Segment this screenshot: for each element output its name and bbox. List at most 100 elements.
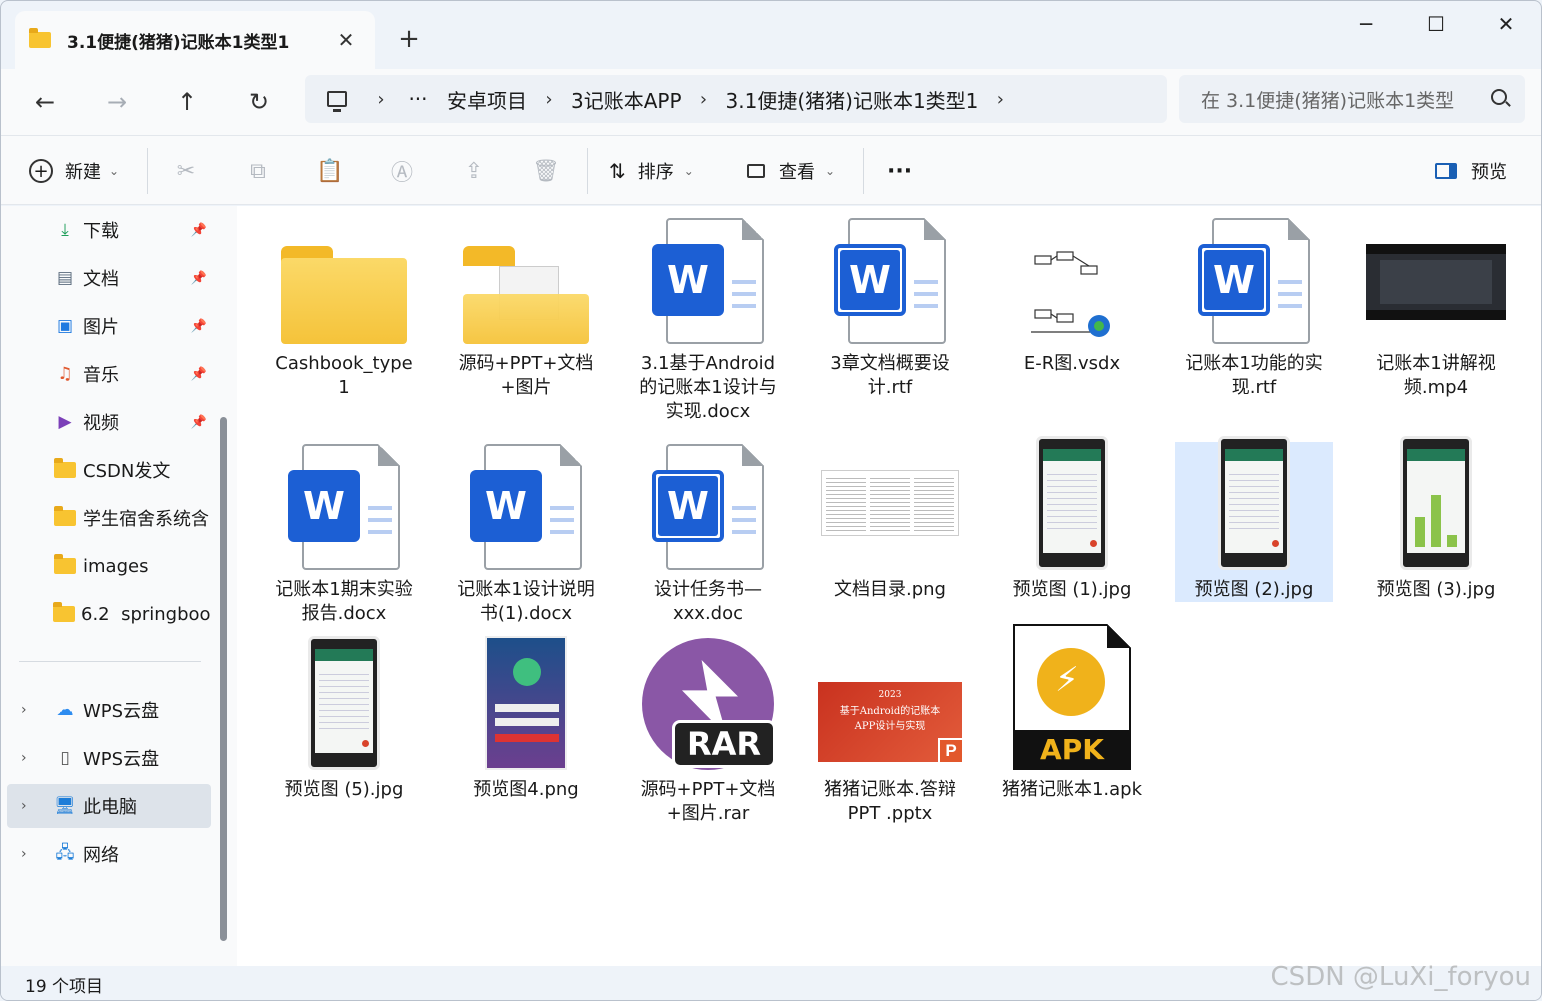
sidebar-item-label: CSDN发文 bbox=[83, 461, 171, 482]
view-button[interactable]: 查看 ⌄ bbox=[747, 150, 835, 192]
network-icon: 🖧 bbox=[55, 842, 75, 863]
file-item[interactable]: 2023 基于Android的记账本APP设计与实现 P 猪猪记账本.答辩 PPT .… bbox=[811, 642, 969, 826]
paste-icon[interactable]: 📋 bbox=[309, 150, 351, 192]
sidebar-item-csdn[interactable]: CSDN发文 bbox=[7, 448, 211, 492]
image-thumbnail bbox=[993, 436, 1151, 570]
up-button[interactable]: ↑ bbox=[165, 81, 209, 123]
file-item[interactable]: 预览图 (1).jpg bbox=[993, 436, 1151, 602]
sidebar-item-wps-cloud-2[interactable]: › ▯ WPS云盘 bbox=[7, 736, 211, 780]
chevron-right-icon[interactable]: › bbox=[21, 798, 27, 814]
sidebar-item-wps-cloud[interactable]: › ☁ WPS云盘 bbox=[7, 688, 211, 732]
file-explorer-window: 3.1便捷(猪猪)记账本1类型1 ✕ + ─ ☐ ✕ ← → ↑ ↻ › ···… bbox=[0, 0, 1542, 1001]
watermark: CSDN @LuXi_foryou bbox=[1270, 962, 1531, 992]
sidebar-item-pictures[interactable]: ▣ 图片 📌 bbox=[7, 304, 211, 348]
tab-close-button[interactable]: ✕ bbox=[331, 25, 361, 55]
plus-circle-icon: + bbox=[29, 159, 53, 183]
sidebar-scrollbar[interactable] bbox=[220, 417, 227, 941]
divider bbox=[147, 148, 148, 194]
search-input[interactable]: 在 3.1便捷(猪猪)记账本1类型 bbox=[1179, 75, 1525, 123]
breadcrumb-item[interactable]: 3.1便捷(猪猪)记账本1类型1 bbox=[726, 85, 979, 114]
sidebar-item-label: WPS云盘 bbox=[83, 749, 160, 770]
breadcrumb[interactable]: › ··· 安卓项目 › 3记账本APP › 3.1便捷(猪猪)记账本1类型1 … bbox=[305, 75, 1167, 123]
minimize-button[interactable]: ─ bbox=[1331, 7, 1401, 41]
refresh-button[interactable]: ↻ bbox=[237, 81, 281, 123]
breadcrumb-item[interactable]: 安卓项目 bbox=[447, 85, 527, 114]
file-item[interactable]: 记账本1讲解视 频.mp4 bbox=[1357, 216, 1515, 400]
file-item[interactable]: W 记账本1功能的实 现.rtf bbox=[1175, 216, 1333, 400]
sidebar-item-this-pc[interactable]: › 🖥 此电脑 bbox=[7, 784, 211, 828]
sidebar-item-music[interactable]: ♫ 音乐 📌 bbox=[7, 352, 211, 396]
file-item[interactable]: W 3章文档概要设 计.rtf bbox=[811, 216, 969, 400]
divider bbox=[19, 661, 201, 662]
view-icon bbox=[747, 164, 765, 178]
folder-icon bbox=[53, 554, 77, 577]
maximize-button[interactable]: ☐ bbox=[1401, 7, 1471, 41]
file-item[interactable]: 预览图 (5).jpg bbox=[265, 636, 423, 802]
tab-active[interactable]: 3.1便捷(猪猪)记账本1类型1 ✕ bbox=[15, 11, 375, 69]
file-icon: ▯ bbox=[60, 748, 70, 768]
sort-label: 排序 bbox=[637, 162, 674, 183]
sidebar-item-network[interactable]: › 🖧 网络 bbox=[7, 832, 211, 876]
breadcrumb-item[interactable]: 3记账本APP bbox=[571, 85, 682, 114]
chevron-right-icon[interactable]: › bbox=[359, 89, 403, 110]
sidebar-item-dorm[interactable]: 学生宿舍系统含 bbox=[7, 496, 211, 540]
sidebar-item-documents[interactable]: ▤ 文档 📌 bbox=[7, 256, 211, 300]
copy-icon[interactable]: ⧉ bbox=[237, 150, 279, 192]
view-label: 查看 bbox=[779, 162, 815, 183]
chevron-right-icon[interactable]: › bbox=[21, 702, 27, 718]
breadcrumb-more[interactable]: ··· bbox=[403, 87, 433, 111]
file-item[interactable]: W 记账本1期末实验 报告.docx bbox=[265, 442, 423, 626]
file-item[interactable]: APK 猪猪记账本1.apk bbox=[993, 624, 1151, 802]
share-icon[interactable]: ⇪ bbox=[453, 150, 495, 192]
new-tab-button[interactable]: + bbox=[391, 21, 427, 57]
sidebar-item-images[interactable]: images bbox=[7, 544, 211, 588]
navigation-pane: ⤓ 下载 📌 ▤ 文档 📌 ▣ 图片 📌 ♫ 音乐 📌 ▶ 视频 📌 CSDN发… bbox=[1, 206, 237, 966]
word-document-icon: W bbox=[447, 442, 605, 570]
sidebar-item-springboot[interactable]: 6.2 springboot bbox=[7, 592, 211, 636]
cut-icon[interactable]: ✂ bbox=[165, 150, 207, 192]
chevron-right-icon[interactable]: › bbox=[682, 89, 726, 110]
file-item[interactable]: 预览图 (3).jpg bbox=[1357, 436, 1515, 602]
close-window-button[interactable]: ✕ bbox=[1471, 7, 1541, 41]
rename-icon[interactable]: Ⓐ bbox=[381, 150, 423, 192]
preview-pane-button[interactable]: 预览 bbox=[1435, 150, 1507, 192]
file-list: Cashbook_type 1 源码+PPT+文档 +图片 W 3.1基于Androi… bbox=[237, 206, 1541, 966]
new-button[interactable]: + 新建 ⌄ bbox=[29, 150, 119, 192]
file-item[interactable]: RAR 源码+PPT+文档 +图片.rar bbox=[629, 638, 787, 826]
folder-icon bbox=[265, 216, 423, 344]
chevron-right-icon[interactable]: › bbox=[21, 750, 27, 766]
address-bar: ← → ↑ ↻ › ··· 安卓项目 › 3记账本APP › 3.1便捷(猪猪)… bbox=[1, 69, 1541, 135]
file-item[interactable]: 预览图 (2).jpg bbox=[1175, 436, 1333, 602]
back-button[interactable]: ← bbox=[23, 81, 67, 123]
file-item[interactable]: 源码+PPT+文档 +图片 bbox=[447, 216, 605, 400]
sidebar-item-videos[interactable]: ▶ 视频 📌 bbox=[7, 400, 211, 444]
file-name: 预览图 (2).jpg bbox=[1194, 579, 1314, 600]
sort-button[interactable]: ⇅ 排序 ⌄ bbox=[609, 150, 694, 192]
file-item[interactable]: E-R图.vsdx bbox=[993, 216, 1151, 376]
file-item[interactable]: W 3.1基于Android 的记账本1设计与 实现.docx bbox=[629, 216, 787, 424]
file-item[interactable]: Cashbook_type 1 bbox=[265, 216, 423, 400]
document-icon: ▤ bbox=[56, 268, 74, 288]
file-item[interactable]: W 记账本1设计说明 书(1).docx bbox=[447, 442, 605, 626]
image-thumbnail bbox=[447, 636, 605, 770]
command-bar: + 新建 ⌄ ✂ ⧉ 📋 Ⓐ ⇪ 🗑 ⇅ 排序 ⌄ 查看 ⌄ ··· 预览 bbox=[1, 135, 1541, 205]
file-item[interactable]: W 设计任务书— xxx.doc bbox=[629, 442, 787, 626]
file-item[interactable]: 预览图4.png bbox=[447, 636, 605, 802]
chevron-right-icon[interactable]: › bbox=[21, 846, 27, 862]
chevron-right-icon[interactable]: › bbox=[978, 89, 1022, 110]
file-item[interactable]: 文档目录.png bbox=[811, 442, 969, 602]
file-name: Cashbook_type 1 bbox=[275, 353, 413, 398]
computer-icon: 🖥 bbox=[54, 796, 76, 816]
more-options-button[interactable]: ··· bbox=[887, 150, 912, 192]
sidebar-item-downloads[interactable]: ⤓ 下载 📌 bbox=[7, 208, 211, 252]
pin-icon: 📌 bbox=[190, 366, 207, 382]
file-name: 预览图4.png bbox=[473, 779, 579, 800]
chevron-right-icon[interactable]: › bbox=[527, 89, 571, 110]
file-name: 预览图 (5).jpg bbox=[284, 779, 404, 800]
title-bar: 3.1便捷(猪猪)记账本1类型1 ✕ + ─ ☐ ✕ bbox=[1, 1, 1541, 69]
sidebar-item-label: 音乐 bbox=[83, 365, 119, 386]
forward-button[interactable]: → bbox=[95, 81, 139, 123]
pin-icon: 📌 bbox=[190, 414, 207, 430]
sidebar-item-label: 6.2 springboot bbox=[81, 603, 211, 625]
delete-icon[interactable]: 🗑 bbox=[525, 150, 567, 192]
